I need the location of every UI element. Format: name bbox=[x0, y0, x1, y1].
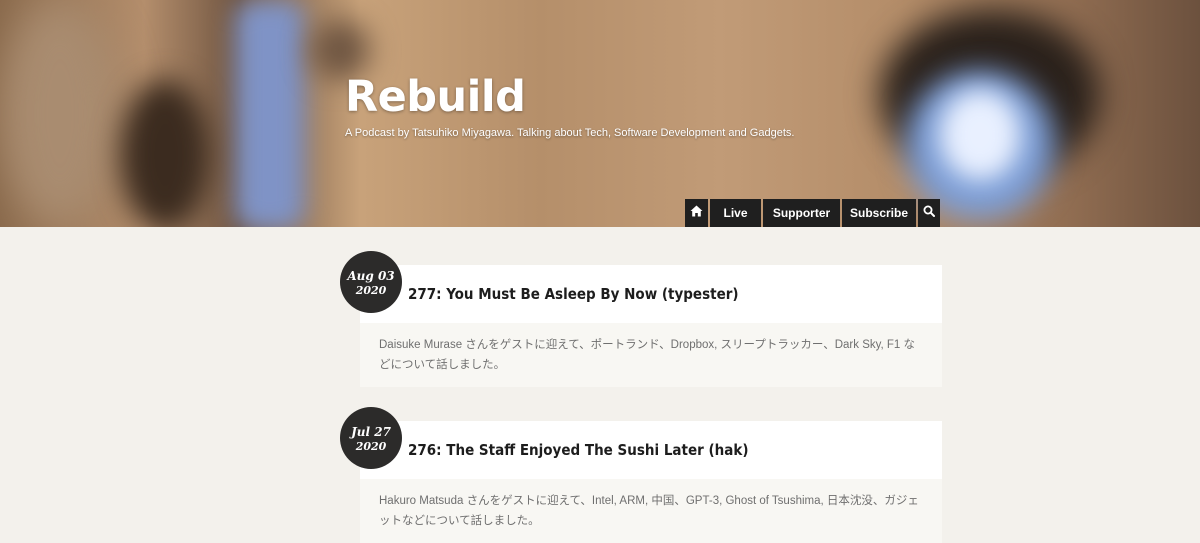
main-nav: Live Supporter Subscribe bbox=[685, 199, 940, 227]
nav-home-button[interactable] bbox=[685, 199, 708, 227]
post-title-link[interactable]: 277: You Must Be Asleep By Now (typester… bbox=[408, 285, 739, 303]
site-title[interactable]: Rebuild bbox=[345, 72, 526, 122]
nav-live[interactable]: Live bbox=[710, 199, 761, 227]
post-header: 276: The Staff Enjoyed The Sushi Later (… bbox=[360, 421, 942, 479]
header-background-blur bbox=[235, 0, 305, 227]
post-header: 277: You Must Be Asleep By Now (typester… bbox=[360, 265, 942, 323]
site-header: Rebuild A Podcast by Tatsuhiko Miyagawa.… bbox=[0, 0, 1200, 227]
date-month-day: Aug 03 bbox=[347, 269, 395, 283]
header-background-blur bbox=[310, 20, 370, 80]
post-summary: Daisuke Murase さんをゲストに迎えて、ポートランド、Dropbox… bbox=[360, 323, 942, 387]
header-background-blur bbox=[120, 80, 210, 227]
home-icon bbox=[690, 199, 703, 227]
date-month-day: Jul 27 bbox=[351, 425, 391, 439]
date-badge: Aug 03 2020 bbox=[340, 251, 402, 313]
nav-subscribe[interactable]: Subscribe bbox=[842, 199, 916, 227]
nav-supporter[interactable]: Supporter bbox=[763, 199, 840, 227]
date-year: 2020 bbox=[355, 440, 387, 453]
post-summary: Hakuro Matsuda さんをゲストに迎えて、Intel, ARM, 中国… bbox=[360, 479, 942, 543]
header-background-blur bbox=[940, 90, 1020, 180]
search-icon bbox=[923, 199, 935, 227]
date-year: 2020 bbox=[355, 284, 387, 297]
date-badge: Jul 27 2020 bbox=[340, 407, 402, 469]
site-tagline: A Podcast by Tatsuhiko Miyagawa. Talking… bbox=[345, 127, 795, 139]
header-background-blur bbox=[0, 0, 120, 227]
nav-search-button[interactable] bbox=[918, 199, 940, 227]
episode-post: Jul 27 2020 276: The Staff Enjoyed The S… bbox=[340, 407, 942, 543]
episode-post: Aug 03 2020 277: You Must Be Asleep By N… bbox=[340, 251, 942, 387]
post-title-link[interactable]: 276: The Staff Enjoyed The Sushi Later (… bbox=[408, 441, 749, 459]
